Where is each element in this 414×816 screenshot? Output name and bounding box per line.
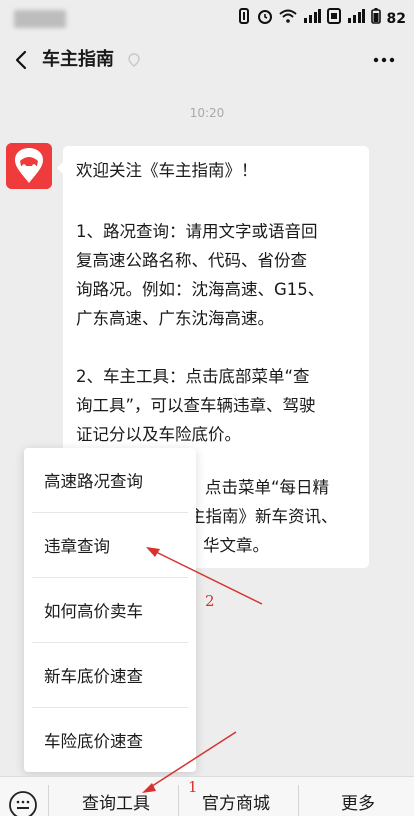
menu-item-highway-traffic[interactable]: 高速路况查询 [24,448,196,512]
annotation-label-1: 1 [188,778,198,796]
battery-icon [370,8,381,29]
message-timestamp: 10:20 [189,106,225,120]
tab-official-mall[interactable]: 官方商城 [192,791,280,816]
message-line: 证记分以及车险底价。 [76,425,241,444]
verified-badge-icon [128,53,140,67]
wechat-chat-screen: 82 车主指南 10:20 欢迎关注《车主指南》！ 1、路况查询：请用文字或语音… [0,0,414,816]
signal-2-icon [347,9,365,28]
message-line: 2、车主工具：点击底部菜单“查 [76,367,310,386]
message-line: 主指南》新车资讯、 [189,507,338,526]
carrier-name-blurred [14,10,66,28]
annotation-label-2: 2 [205,592,215,610]
message-line: 1、路况查询：请用文字或语音回 [76,222,318,241]
tab-more[interactable]: 更多 [326,791,390,816]
vibrate-icon [237,8,251,29]
sim-icon [326,8,341,29]
status-bar: 82 [0,0,414,36]
bar-divider [48,785,49,816]
menu-item-violation-query[interactable]: 违章查询 [24,513,196,577]
message-line: 复高速公路名称、代码、省份查 [76,251,307,270]
message-line: 询工具”，可以查车辆违章、驾驶 [76,396,316,415]
more-options-icon[interactable] [372,56,396,64]
back-arrow-icon[interactable] [10,48,34,72]
bar-divider [178,785,179,816]
car-pin-logo-icon [6,143,52,189]
message-line: 广东高速、广东沈海高速。 [76,309,274,328]
bar-divider [298,785,299,816]
chat-header: 车主指南 [0,36,414,84]
account-avatar[interactable] [6,143,52,189]
tab-query-tools[interactable]: 查询工具 [72,791,160,816]
message-line: 点击菜单“每日精 [205,478,330,497]
page-title: 车主指南 [42,49,114,70]
menu-item-sell-car[interactable]: 如何高价卖车 [24,578,196,642]
menu-item-new-car-price[interactable]: 新车底价速查 [24,643,196,707]
bottom-menu-bar: 查询工具 官方商城 更多 [0,776,414,816]
signal-1-icon [303,9,321,28]
menu-item-insurance-price[interactable]: 车险底价速查 [24,708,196,772]
message-line: 华文章。 [203,536,269,555]
query-tools-popup-menu: 高速路况查询 违章查询 如何高价卖车 新车底价速查 车险底价速查 [24,448,196,772]
battery-percent: 82 [386,10,406,27]
wifi-icon [278,9,297,28]
message-line: 询路况。例如：沈海高速、G15、 [76,280,325,299]
keyboard-icon[interactable] [8,790,38,816]
message-line: 欢迎关注《车主指南》！ [76,161,258,180]
status-icons: 82 [237,8,406,29]
alarm-icon [257,8,273,29]
